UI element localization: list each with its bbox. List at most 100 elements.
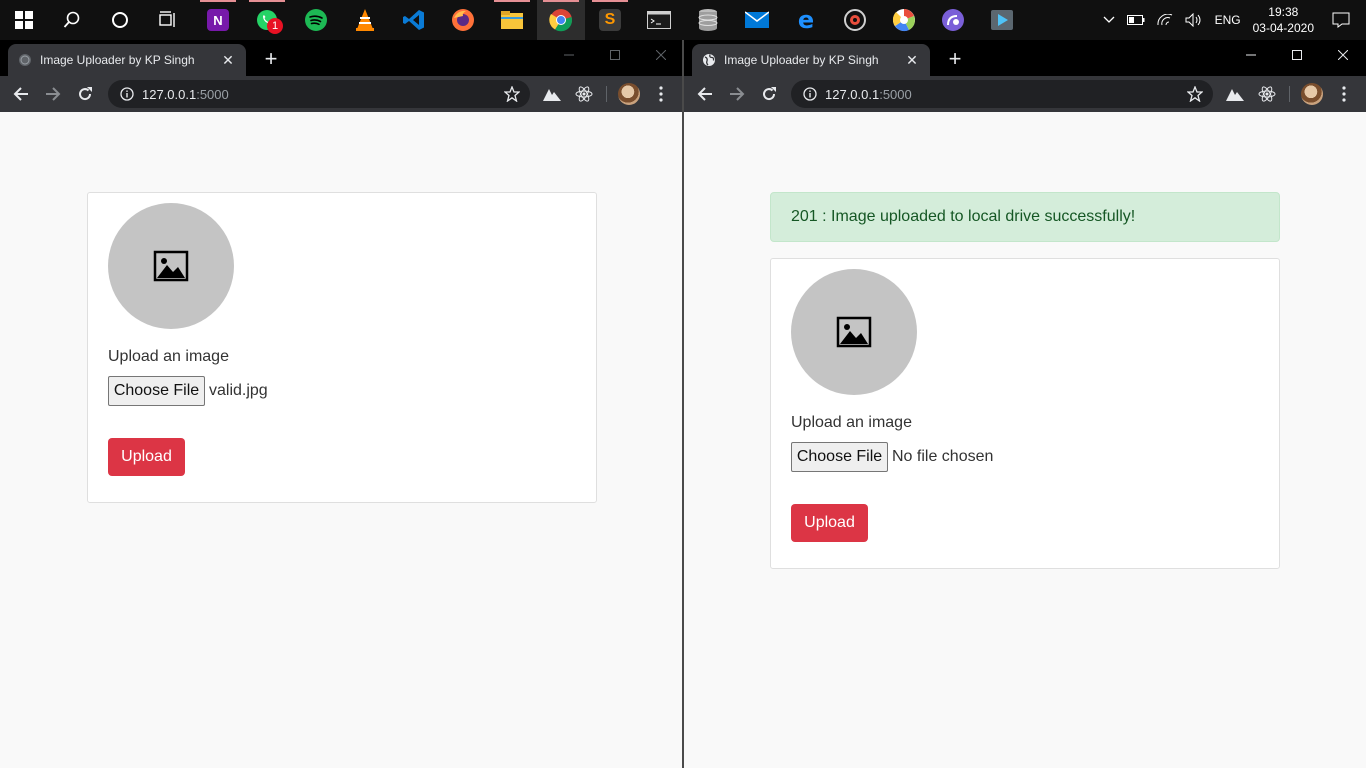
browser-window-right: Image Uploader by KP Singh ✕ + 127.0.0.1… xyxy=(684,40,1366,768)
tab-title: Image Uploader by KP Singh xyxy=(40,53,195,67)
address-bar[interactable]: 127.0.0.1:5000 xyxy=(791,80,1213,108)
image-preview-placeholder xyxy=(108,203,234,329)
close-tab-icon[interactable]: ✕ xyxy=(904,52,920,69)
maximize-icon[interactable] xyxy=(592,40,638,70)
firefox-icon[interactable] xyxy=(439,0,487,40)
maximize-icon[interactable] xyxy=(1274,40,1320,70)
image-icon xyxy=(836,316,872,348)
forward-icon[interactable] xyxy=(721,78,753,110)
search-icon[interactable] xyxy=(48,0,96,40)
language-indicator[interactable]: ENG xyxy=(1215,13,1241,27)
browser-toolbar: 127.0.0.1:5000 xyxy=(0,76,682,112)
selected-file-name: valid.jpg xyxy=(209,382,268,399)
reload-icon[interactable] xyxy=(69,78,101,110)
loading-favicon-icon xyxy=(18,53,32,67)
new-tab-button[interactable]: + xyxy=(942,46,968,72)
forward-icon[interactable] xyxy=(37,78,69,110)
media-player-icon[interactable] xyxy=(978,0,1026,40)
battery-icon[interactable] xyxy=(1126,15,1145,25)
bookmark-star-icon[interactable] xyxy=(1186,85,1204,105)
menu-kebab-icon[interactable] xyxy=(651,84,671,104)
notification-badge: 1 xyxy=(267,18,283,34)
upload-card: Upload an image Choose File valid.jpg Up… xyxy=(87,192,597,503)
whatsapp-icon[interactable]: 1 xyxy=(243,0,291,40)
mail-icon[interactable] xyxy=(733,0,781,40)
extension-mountain-icon[interactable] xyxy=(1225,84,1245,104)
browser-toolbar: 127.0.0.1:5000 xyxy=(684,76,1366,112)
window-controls xyxy=(1228,40,1366,70)
back-icon[interactable] xyxy=(689,78,721,110)
profile-avatar[interactable] xyxy=(618,83,640,105)
upload-label: Upload an image xyxy=(108,348,229,365)
new-tab-button[interactable]: + xyxy=(258,46,284,72)
url-host: 127.0.0.1 xyxy=(142,86,197,102)
minimize-icon[interactable] xyxy=(546,40,592,70)
close-window-icon[interactable] xyxy=(1320,40,1366,70)
selected-file-name: No file chosen xyxy=(892,448,994,465)
clock[interactable]: 19:38 03-04-2020 xyxy=(1253,4,1314,36)
browser-tab[interactable]: Image Uploader by KP Singh ✕ xyxy=(8,44,246,76)
onenote-icon[interactable]: N xyxy=(194,0,242,40)
image-icon xyxy=(153,250,189,282)
url-port: :5000 xyxy=(879,86,912,102)
upload-button[interactable]: Upload xyxy=(791,504,868,542)
minimize-icon[interactable] xyxy=(1228,40,1274,70)
system-tray: ENG 19:38 03-04-2020 xyxy=(1097,0,1366,40)
close-window-icon[interactable] xyxy=(638,40,682,70)
image-preview-placeholder xyxy=(791,269,917,395)
reload-icon[interactable] xyxy=(753,78,785,110)
edge-icon[interactable]: e xyxy=(782,0,830,40)
file-input[interactable]: Choose File No file chosen xyxy=(791,442,993,472)
chevron-up-icon[interactable] xyxy=(1103,16,1115,24)
sublime-text-icon[interactable]: S xyxy=(586,0,634,40)
tab-title: Image Uploader by KP Singh xyxy=(724,53,879,67)
windows-start-icon[interactable] xyxy=(0,0,48,40)
vlc-icon[interactable] xyxy=(341,0,389,40)
toolbar-separator xyxy=(1289,86,1290,102)
page-content: 201 : Image uploaded to local drive succ… xyxy=(684,112,1366,768)
vscode-icon[interactable] xyxy=(390,0,438,40)
file-explorer-icon[interactable] xyxy=(488,0,536,40)
upload-card: Upload an image Choose File No file chos… xyxy=(770,258,1280,569)
wifi-icon[interactable] xyxy=(1157,14,1173,26)
clock-date: 03-04-2020 xyxy=(1252,21,1314,35)
database-icon[interactable] xyxy=(684,0,732,40)
browser-tab[interactable]: Image Uploader by KP Singh ✕ xyxy=(692,44,930,76)
upload-button[interactable]: Upload xyxy=(108,438,185,476)
cortana-icon[interactable] xyxy=(96,0,144,40)
extension-mountain-icon[interactable] xyxy=(542,84,562,104)
groove-music-icon[interactable] xyxy=(831,0,879,40)
action-center-icon[interactable] xyxy=(1332,12,1350,28)
globe-favicon-icon xyxy=(702,53,716,67)
info-icon[interactable] xyxy=(120,87,134,101)
file-input[interactable]: Choose File valid.jpg xyxy=(108,376,268,406)
back-icon[interactable] xyxy=(5,78,37,110)
choose-file-button[interactable]: Choose File xyxy=(791,442,888,472)
task-view-icon[interactable] xyxy=(144,0,192,40)
spotify-icon[interactable] xyxy=(292,0,340,40)
url-host: 127.0.0.1 xyxy=(825,86,880,102)
info-icon[interactable] xyxy=(803,87,817,101)
bookmark-star-icon[interactable] xyxy=(503,85,521,105)
address-bar[interactable]: 127.0.0.1:5000 xyxy=(108,80,530,108)
react-devtools-icon[interactable] xyxy=(574,84,594,104)
menu-kebab-icon[interactable] xyxy=(1334,84,1354,104)
tab-strip: Image Uploader by KP Singh ✕ + xyxy=(0,40,682,76)
window-controls xyxy=(546,40,682,70)
upload-label: Upload an image xyxy=(791,414,912,431)
tab-strip: Image Uploader by KP Singh ✕ + xyxy=(684,40,1366,76)
browser-window-left: Image Uploader by KP Singh ✕ + 127.0.0.1… xyxy=(0,40,682,768)
page-content: Upload an image Choose File valid.jpg Up… xyxy=(0,112,682,768)
terminal-icon[interactable] xyxy=(635,0,683,40)
toolbar-separator xyxy=(606,86,607,102)
success-alert: 201 : Image uploaded to local drive succ… xyxy=(770,192,1280,242)
picasa-icon[interactable] xyxy=(880,0,928,40)
volume-icon[interactable] xyxy=(1185,13,1203,27)
bittorrent-icon[interactable] xyxy=(929,0,977,40)
choose-file-button[interactable]: Choose File xyxy=(108,376,205,406)
close-tab-icon[interactable]: ✕ xyxy=(220,52,236,69)
chrome-icon[interactable] xyxy=(537,0,585,40)
clock-time: 19:38 xyxy=(1268,5,1299,19)
react-devtools-icon[interactable] xyxy=(1257,84,1277,104)
profile-avatar[interactable] xyxy=(1301,83,1323,105)
